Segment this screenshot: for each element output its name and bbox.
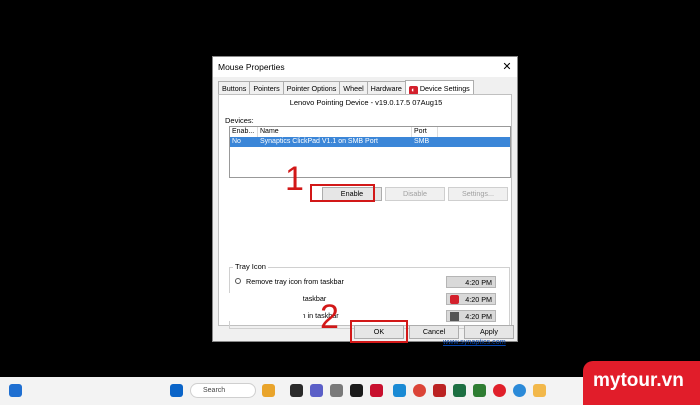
search-input[interactable]: Search xyxy=(190,383,256,398)
tab-strip: Buttons Pointers Pointer Options Wheel H… xyxy=(218,80,474,95)
remove-tray-label[interactable]: Remove tray icon from taskbar xyxy=(246,277,344,286)
animated-tray-icon xyxy=(450,312,459,321)
search-placeholder: Search xyxy=(203,387,226,394)
devices-list[interactable]: Enab... Name Port No Synaptics ClickPad … xyxy=(229,126,511,178)
table-row[interactable]: No Synaptics ClickPad V1.1 on SMB Port S… xyxy=(230,137,510,147)
app-icon-3[interactable] xyxy=(433,384,446,397)
cancel-button[interactable]: Cancel xyxy=(409,325,459,339)
device-title: Lenovo Pointing Device - v19.0.17.5 07Au… xyxy=(289,98,443,107)
opera-icon[interactable] xyxy=(493,384,506,397)
app-icon-2[interactable] xyxy=(370,384,383,397)
cell-name: Synaptics ClickPad V1.1 on SMB Port xyxy=(260,138,378,145)
app-icon[interactable] xyxy=(330,384,343,397)
tray-time: 4:20 PM xyxy=(465,312,492,321)
tab-wheel[interactable]: Wheel xyxy=(339,81,368,94)
chat-icon[interactable] xyxy=(310,384,323,397)
step-2-label: 2 xyxy=(320,298,339,336)
tab-buttons[interactable]: Buttons xyxy=(218,81,251,94)
ok-highlight-box xyxy=(350,320,408,343)
mytour-watermark: mytour.vn xyxy=(583,361,700,405)
tray-preview-none: 4:20 PM xyxy=(446,276,496,288)
tray-time: 4:20 PM xyxy=(465,278,492,287)
step-1-label: 1 xyxy=(285,160,304,198)
media-icon[interactable] xyxy=(290,384,303,397)
column-name[interactable]: Name xyxy=(258,127,412,137)
column-port[interactable]: Port xyxy=(412,127,438,137)
close-icon[interactable]: ✕ xyxy=(499,59,515,75)
cell-enabled: No xyxy=(232,138,241,145)
settings-button[interactable]: Settings... xyxy=(448,187,508,201)
blank-area xyxy=(221,293,303,321)
remote-icon[interactable] xyxy=(393,384,406,397)
folder-icon[interactable] xyxy=(533,384,546,397)
apply-button[interactable]: Apply xyxy=(464,325,514,339)
colorful-app-icon[interactable] xyxy=(262,384,275,397)
enable-highlight-box xyxy=(310,184,375,202)
excel-icon[interactable] xyxy=(453,384,466,397)
cell-port: SMB xyxy=(414,138,430,145)
remove-tray-radio[interactable] xyxy=(235,278,241,284)
tray-preview-static: 4:20 PM xyxy=(446,293,496,305)
column-enabled[interactable]: Enab... xyxy=(230,127,258,137)
tray-preview-animated: 4:20 PM xyxy=(446,310,496,322)
windows-start-icon[interactable] xyxy=(170,384,183,397)
tray-icon-group-label: Tray Icon xyxy=(233,262,268,271)
widgets-icon[interactable] xyxy=(9,384,22,397)
dialog-title: Mouse Properties xyxy=(218,62,285,72)
tray-time: 4:20 PM xyxy=(465,295,492,304)
disable-button[interactable]: Disable xyxy=(385,187,445,201)
title-bar: Mouse Properties ✕ xyxy=(213,57,517,77)
devices-label: Devices: xyxy=(225,116,254,125)
edge-icon[interactable] xyxy=(513,384,526,397)
tab-device-settings-label: Device Settings xyxy=(419,84,470,93)
chrome-icon[interactable] xyxy=(413,384,426,397)
capcut-icon[interactable] xyxy=(350,384,363,397)
tab-hardware[interactable]: Hardware xyxy=(366,81,406,94)
tab-device-settings[interactable]: ◐ Device Settings xyxy=(404,80,474,95)
app-icon-4[interactable] xyxy=(473,384,486,397)
device-settings-panel: Lenovo Pointing Device - v19.0.17.5 07Au… xyxy=(218,94,512,346)
tab-pointers[interactable]: Pointers xyxy=(249,81,284,94)
tab-pointer-options[interactable]: Pointer Options xyxy=(282,81,341,94)
synaptics-tray-icon xyxy=(450,295,459,304)
